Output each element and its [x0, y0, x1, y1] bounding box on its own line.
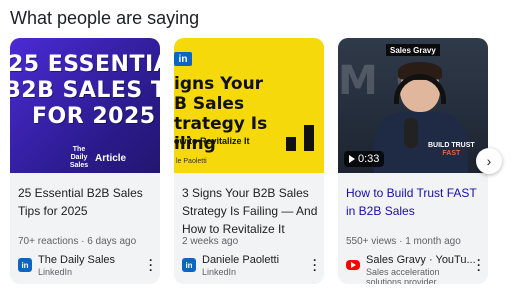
linkedin-icon: in [182, 258, 196, 272]
linkedin-logo-icon: in [174, 52, 192, 66]
card-thumbnail[interactable]: in igns Your B Sales trategy Is iling ow… [174, 38, 324, 173]
microphone-icon [404, 118, 418, 148]
card-source[interactable]: in The Daily Sales LinkedIn · · · [18, 254, 156, 278]
card-title-link[interactable]: How to Build Trust FAST in B2B Sales [346, 184, 484, 220]
thumbnail-author: le Paoletti [176, 158, 207, 165]
source-platform: LinkedIn [202, 267, 237, 277]
card-title[interactable]: 3 Signs Your B2B Sales Strategy Is Faili… [182, 184, 320, 238]
card-thumbnail[interactable]: 25 ESSENTIAL B2B SALES TIP FOR 2025 The … [10, 38, 160, 173]
section-title: What people are saying [10, 8, 200, 28]
thumbnail-brand: The Daily Sales Article [66, 146, 126, 170]
source-platform: LinkedIn [38, 267, 73, 277]
shirt-text: BUILD TRUST FAST [428, 142, 475, 158]
more-options-icon[interactable]: · · · [146, 254, 156, 276]
thumbnail-bar-graphic [286, 137, 296, 151]
card-meta: 550+ views · 1 month ago [346, 236, 461, 247]
shirt-text-line: BUILD TRUST [428, 142, 475, 149]
card-title[interactable]: 25 Essential B2B Sales Tips for 2025 [18, 184, 156, 220]
chevron-right-icon: › [486, 153, 492, 169]
youtube-icon [346, 260, 360, 270]
card-meta: 70+ reactions · 6 days ago [18, 236, 137, 247]
card-source[interactable]: Sales Gravy · YouTu... Sales acceleratio… [346, 254, 484, 284]
shirt-text-accent: FAST [442, 150, 461, 157]
play-icon [350, 262, 356, 268]
play-icon [349, 155, 355, 163]
brand-logo: The Daily Sales [69, 146, 89, 169]
badge-label: Sales Gravy [390, 45, 436, 55]
duration-label: 0:33 [358, 153, 380, 165]
linkedin-icon: in [18, 258, 32, 272]
source-name: Sales Gravy · YouTu... [366, 254, 476, 266]
source-description: Sales acceleration solutions provider [366, 267, 440, 284]
result-card-3[interactable]: M O Sales Gravy BUILD TRUST FAST 0:33 Ho… [338, 38, 488, 284]
thumbnail-text-line: B2B SALES TIP [10, 78, 160, 103]
source-name: Daniele Paoletti [202, 254, 280, 266]
card-meta: 2 weeks ago [182, 236, 239, 247]
more-options-icon[interactable]: · · · [474, 254, 484, 276]
result-card-1[interactable]: 25 ESSENTIAL B2B SALES TIP FOR 2025 The … [10, 38, 160, 284]
next-carousel-button[interactable]: › [476, 148, 502, 174]
thumbnail-text-line: FOR 2025 [32, 104, 156, 129]
thumbnail-text-line: 25 ESSENTIAL [10, 52, 160, 77]
sales-gravy-badge: Sales Gravy [386, 44, 440, 56]
source-name: The Daily Sales [38, 254, 116, 266]
thumbnail-subheadline: ow to Revitalize It [174, 136, 250, 146]
video-duration-badge: 0:33 [344, 151, 385, 167]
video-thumbnail[interactable]: M O Sales Gravy BUILD TRUST FAST 0:33 [338, 38, 488, 173]
brand-label: Article [95, 152, 127, 164]
result-card-2[interactable]: in igns Your B Sales trategy Is iling ow… [174, 38, 324, 284]
more-options-icon[interactable]: · · · [310, 254, 320, 276]
thumbnail-bar-graphic [304, 125, 314, 151]
card-source[interactable]: in Daniele Paoletti LinkedIn · · · [182, 254, 320, 278]
